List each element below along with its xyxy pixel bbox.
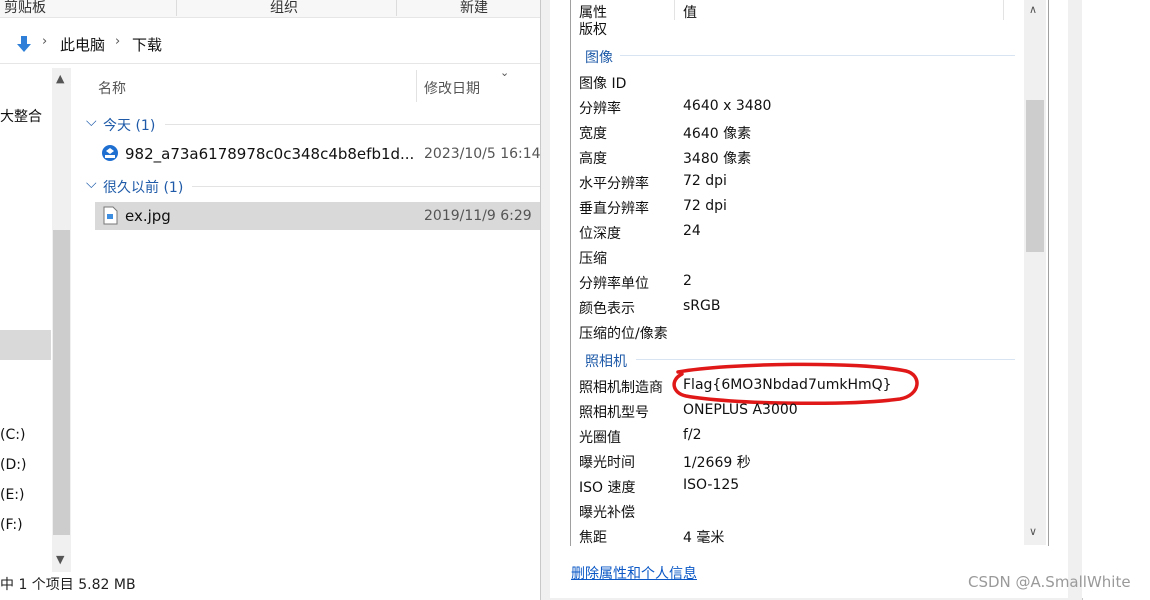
section-header-camera: 照相机	[585, 354, 627, 370]
background-area	[1082, 0, 1150, 598]
property-key: 宽度	[579, 126, 607, 142]
group-header-long-ago[interactable]: 很久以前 (1)	[103, 177, 183, 197]
remove-properties-link[interactable]: 删除属性和个人信息	[571, 563, 697, 583]
ribbon-divider	[396, 0, 397, 16]
section-header-image: 图像	[585, 50, 613, 66]
column-divider[interactable]	[1003, 0, 1004, 20]
status-bar-text: 中 1 个项目 5.82 MB	[0, 577, 136, 593]
nav-item-drive-c[interactable]: (C:)	[0, 427, 25, 443]
column-header-value[interactable]: 值	[683, 2, 697, 22]
scroll-up-icon[interactable]: ∧	[1029, 3, 1037, 16]
property-value: 4640 像素	[683, 126, 752, 142]
column-divider[interactable]	[416, 70, 417, 102]
property-value: 72 dpi	[683, 198, 727, 214]
section-divider	[636, 359, 1015, 360]
ribbon-divider	[176, 0, 177, 16]
nav-item-selected[interactable]	[0, 330, 51, 360]
nav-scroll-thumb[interactable]	[53, 230, 70, 535]
property-key: 位深度	[579, 226, 621, 242]
red-circle-annotation	[672, 362, 919, 406]
nav-item-folder[interactable]: 大整合	[0, 106, 42, 126]
column-header-date[interactable]: 修改日期	[424, 78, 480, 114]
nav-item-drive-d[interactable]: (D:)	[0, 457, 26, 473]
property-key: 曝光补偿	[579, 505, 635, 521]
column-divider[interactable]	[674, 0, 675, 20]
property-key: 曝光时间	[579, 455, 635, 471]
chevron-right-icon[interactable]: ›	[115, 34, 120, 49]
group-chevron-icon[interactable]: ⌵	[86, 176, 97, 192]
watermark: CSDN @A.SmallWhite	[968, 573, 1131, 591]
property-key: 光圈值	[579, 430, 621, 446]
property-key: 压缩的位/像素	[579, 326, 668, 342]
property-value: 1/2669 秒	[683, 455, 751, 471]
section-divider	[620, 55, 1015, 56]
nav-item-drive-f[interactable]: (F:)	[0, 517, 23, 533]
column-header-name[interactable]: 名称	[98, 78, 126, 114]
property-key: 版权	[579, 22, 607, 38]
property-value: ISO-125	[683, 477, 740, 493]
property-key: 高度	[579, 151, 607, 167]
image-file-icon	[103, 206, 118, 225]
ribbon-group-organize[interactable]: 组织	[270, 0, 298, 17]
sort-chevron-icon: ⌄	[500, 66, 510, 79]
property-value: sRGB	[683, 298, 721, 314]
file-date: 2019/11/9 6:29	[424, 208, 532, 224]
ribbon-group-new[interactable]: 新建	[460, 0, 488, 17]
property-key: 照相机制造商	[579, 380, 663, 396]
zip-file-icon	[102, 145, 118, 161]
property-key: 垂直分辨率	[579, 201, 649, 217]
property-key: 颜色表示	[579, 301, 635, 317]
file-date: 2023/10/5 16:14	[424, 146, 541, 162]
scroll-down-icon[interactable]: ▼	[56, 553, 64, 566]
file-name[interactable]: ex.jpg	[125, 207, 171, 225]
scroll-up-icon[interactable]: ▲	[56, 72, 64, 85]
property-key: 水平分辨率	[579, 176, 649, 192]
group-divider	[165, 124, 540, 125]
property-list-scroll-thumb[interactable]	[1026, 100, 1044, 252]
property-value: 3480 像素	[683, 151, 752, 167]
property-value: 24	[683, 223, 701, 239]
property-value: 4640 x 3480	[683, 98, 772, 114]
group-divider	[192, 186, 540, 187]
property-list-scrollbar[interactable]	[1024, 0, 1046, 545]
property-value: 2	[683, 273, 692, 289]
file-name[interactable]: 982_a73a6178978c0c348c4b8efb1d...	[125, 145, 414, 163]
chevron-right-icon[interactable]: ›	[42, 34, 47, 49]
property-key: 压缩	[579, 251, 607, 267]
breadcrumb-this-pc[interactable]: 此电脑	[60, 34, 105, 55]
property-key: 分辨率	[579, 101, 621, 117]
property-value: f/2	[683, 427, 702, 443]
property-key: 照相机型号	[579, 405, 649, 421]
property-key: 焦距	[579, 530, 607, 546]
scroll-down-icon[interactable]: ∨	[1029, 525, 1037, 538]
nav-item-drive-e[interactable]: (E:)	[0, 487, 25, 503]
property-value: ONEPLUS A3000	[683, 402, 798, 418]
property-key: 图像 ID	[579, 76, 627, 92]
breadcrumb-downloads[interactable]: 下载	[132, 34, 162, 55]
ribbon-group-clipboard[interactable]: 剪贴板	[4, 0, 46, 17]
group-header-today[interactable]: 今天 (1)	[103, 115, 155, 135]
group-chevron-icon[interactable]: ⌵	[86, 114, 97, 130]
download-arrow-icon	[17, 36, 31, 52]
property-value: 4 毫米	[683, 530, 725, 546]
property-key: 分辨率单位	[579, 276, 649, 292]
property-key: ISO 速度	[579, 480, 636, 496]
property-value: 72 dpi	[683, 173, 727, 189]
